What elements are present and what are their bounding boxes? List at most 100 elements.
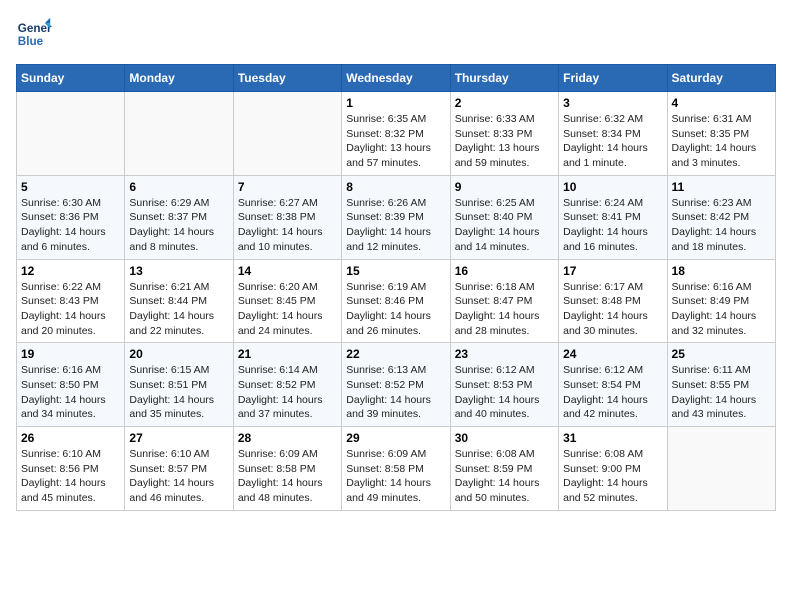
- day-info: Sunrise: 6:21 AMSunset: 8:44 PMDaylight:…: [129, 280, 228, 339]
- calendar-cell: 12 Sunrise: 6:22 AMSunset: 8:43 PMDayligh…: [17, 259, 125, 343]
- day-info: Sunrise: 6:16 AMSunset: 8:50 PMDaylight:…: [21, 363, 120, 422]
- day-number: 15: [346, 264, 445, 278]
- calendar-cell: 22 Sunrise: 6:13 AMSunset: 8:52 PMDayligh…: [342, 343, 450, 427]
- day-info: Sunrise: 6:09 AMSunset: 8:58 PMDaylight:…: [346, 447, 445, 506]
- day-info: Sunrise: 6:16 AMSunset: 8:49 PMDaylight:…: [672, 280, 771, 339]
- day-number: 18: [672, 264, 771, 278]
- calendar-cell: 11 Sunrise: 6:23 AMSunset: 8:42 PMDayligh…: [667, 175, 775, 259]
- day-number: 19: [21, 347, 120, 361]
- day-number: 9: [455, 180, 554, 194]
- day-number: 29: [346, 431, 445, 445]
- col-header-wednesday: Wednesday: [342, 65, 450, 92]
- calendar-cell: 29 Sunrise: 6:09 AMSunset: 8:58 PMDayligh…: [342, 427, 450, 511]
- calendar-cell: 31 Sunrise: 6:08 AMSunset: 9:00 PMDayligh…: [559, 427, 667, 511]
- day-info: Sunrise: 6:09 AMSunset: 8:58 PMDaylight:…: [238, 447, 337, 506]
- col-header-monday: Monday: [125, 65, 233, 92]
- day-info: Sunrise: 6:14 AMSunset: 8:52 PMDaylight:…: [238, 363, 337, 422]
- day-number: 12: [21, 264, 120, 278]
- day-number: 20: [129, 347, 228, 361]
- calendar-cell: 2Sunrise: 6:33 AMSunset: 8:33 PMDaylight…: [450, 92, 558, 176]
- day-number: 30: [455, 431, 554, 445]
- day-info: Sunrise: 6:20 AMSunset: 8:45 PMDaylight:…: [238, 280, 337, 339]
- col-header-sunday: Sunday: [17, 65, 125, 92]
- calendar-cell: 4Sunrise: 6:31 AMSunset: 8:35 PMDaylight…: [667, 92, 775, 176]
- calendar-cell: 26 Sunrise: 6:10 AMSunset: 8:56 PMDayligh…: [17, 427, 125, 511]
- day-number: 16: [455, 264, 554, 278]
- calendar-cell: 23 Sunrise: 6:12 AMSunset: 8:53 PMDayligh…: [450, 343, 558, 427]
- calendar-cell: 27Sunrise: 6:10 AMSunset: 8:57 PMDayligh…: [125, 427, 233, 511]
- day-number: 21: [238, 347, 337, 361]
- week-row-3: 12 Sunrise: 6:22 AMSunset: 8:43 PMDayligh…: [17, 259, 776, 343]
- day-info: Sunrise: 6:17 AMSunset: 8:48 PMDaylight:…: [563, 280, 662, 339]
- day-info: Sunrise: 6:23 AMSunset: 8:42 PMDaylight:…: [672, 196, 771, 255]
- calendar-cell: [17, 92, 125, 176]
- day-info: Sunrise: 6:15 AMSunset: 8:51 PMDaylight:…: [129, 363, 228, 422]
- day-number: 3: [563, 96, 662, 110]
- day-number: 23: [455, 347, 554, 361]
- day-info: Sunrise: 6:12 AMSunset: 8:54 PMDaylight:…: [563, 363, 662, 422]
- week-row-1: 1 Sunrise: 6:35 AMSunset: 8:32 PMDaylight…: [17, 92, 776, 176]
- day-info: Sunrise: 6:33 AMSunset: 8:33 PMDaylight:…: [455, 112, 554, 171]
- calendar-cell: 1 Sunrise: 6:35 AMSunset: 8:32 PMDaylight…: [342, 92, 450, 176]
- day-number: 13: [129, 264, 228, 278]
- day-number: 6: [129, 180, 228, 194]
- day-info: Sunrise: 6:13 AMSunset: 8:52 PMDaylight:…: [346, 363, 445, 422]
- day-info: Sunrise: 6:08 AMSunset: 9:00 PMDaylight:…: [563, 447, 662, 506]
- day-number: 5: [21, 180, 120, 194]
- col-header-friday: Friday: [559, 65, 667, 92]
- day-info: Sunrise: 6:25 AMSunset: 8:40 PMDaylight:…: [455, 196, 554, 255]
- week-row-5: 26 Sunrise: 6:10 AMSunset: 8:56 PMDayligh…: [17, 427, 776, 511]
- day-number: 4: [672, 96, 771, 110]
- day-info: Sunrise: 6:35 AMSunset: 8:32 PMDaylight:…: [346, 112, 445, 171]
- page-header: General Blue: [16, 16, 776, 52]
- calendar-cell: 10Sunrise: 6:24 AMSunset: 8:41 PMDayligh…: [559, 175, 667, 259]
- calendar-cell: [125, 92, 233, 176]
- day-number: 1: [346, 96, 445, 110]
- calendar-cell: 7 Sunrise: 6:27 AMSunset: 8:38 PMDaylight…: [233, 175, 341, 259]
- day-number: 25: [672, 347, 771, 361]
- day-info: Sunrise: 6:08 AMSunset: 8:59 PMDaylight:…: [455, 447, 554, 506]
- day-number: 11: [672, 180, 771, 194]
- calendar-cell: 6 Sunrise: 6:29 AMSunset: 8:37 PMDaylight…: [125, 175, 233, 259]
- calendar-cell: 8Sunrise: 6:26 AMSunset: 8:39 PMDaylight…: [342, 175, 450, 259]
- calendar-cell: 18 Sunrise: 6:16 AMSunset: 8:49 PMDayligh…: [667, 259, 775, 343]
- day-info: Sunrise: 6:30 AMSunset: 8:36 PMDaylight:…: [21, 196, 120, 255]
- calendar-cell: 13 Sunrise: 6:21 AMSunset: 8:44 PMDayligh…: [125, 259, 233, 343]
- day-number: 28: [238, 431, 337, 445]
- calendar-cell: 24 Sunrise: 6:12 AMSunset: 8:54 PMDayligh…: [559, 343, 667, 427]
- week-row-2: 5 Sunrise: 6:30 AMSunset: 8:36 PMDaylight…: [17, 175, 776, 259]
- calendar-table: SundayMondayTuesdayWednesdayThursdayFrid…: [16, 64, 776, 511]
- day-number: 14: [238, 264, 337, 278]
- day-info: Sunrise: 6:27 AMSunset: 8:38 PMDaylight:…: [238, 196, 337, 255]
- week-row-4: 19 Sunrise: 6:16 AMSunset: 8:50 PMDayligh…: [17, 343, 776, 427]
- calendar-cell: [667, 427, 775, 511]
- calendar-cell: 21 Sunrise: 6:14 AMSunset: 8:52 PMDayligh…: [233, 343, 341, 427]
- day-number: 27: [129, 431, 228, 445]
- calendar-cell: 14 Sunrise: 6:20 AMSunset: 8:45 PMDayligh…: [233, 259, 341, 343]
- day-info: Sunrise: 6:10 AMSunset: 8:56 PMDaylight:…: [21, 447, 120, 506]
- day-number: 31: [563, 431, 662, 445]
- day-info: Sunrise: 6:29 AMSunset: 8:37 PMDaylight:…: [129, 196, 228, 255]
- day-number: 26: [21, 431, 120, 445]
- day-info: Sunrise: 6:22 AMSunset: 8:43 PMDaylight:…: [21, 280, 120, 339]
- day-number: 24: [563, 347, 662, 361]
- calendar-cell: 28 Sunrise: 6:09 AMSunset: 8:58 PMDayligh…: [233, 427, 341, 511]
- col-header-thursday: Thursday: [450, 65, 558, 92]
- svg-text:Blue: Blue: [18, 35, 44, 48]
- calendar-cell: 17Sunrise: 6:17 AMSunset: 8:48 PMDayligh…: [559, 259, 667, 343]
- calendar-cell: 25 Sunrise: 6:11 AMSunset: 8:55 PMDayligh…: [667, 343, 775, 427]
- calendar-cell: 30 Sunrise: 6:08 AMSunset: 8:59 PMDayligh…: [450, 427, 558, 511]
- calendar-cell: [233, 92, 341, 176]
- day-info: Sunrise: 6:19 AMSunset: 8:46 PMDaylight:…: [346, 280, 445, 339]
- day-number: 7: [238, 180, 337, 194]
- logo: General Blue: [16, 16, 56, 52]
- calendar-cell: 20 Sunrise: 6:15 AMSunset: 8:51 PMDayligh…: [125, 343, 233, 427]
- day-info: Sunrise: 6:26 AMSunset: 8:39 PMDaylight:…: [346, 196, 445, 255]
- day-number: 22: [346, 347, 445, 361]
- col-header-saturday: Saturday: [667, 65, 775, 92]
- day-info: Sunrise: 6:18 AMSunset: 8:47 PMDaylight:…: [455, 280, 554, 339]
- col-header-tuesday: Tuesday: [233, 65, 341, 92]
- calendar-cell: 3Sunrise: 6:32 AMSunset: 8:34 PMDaylight…: [559, 92, 667, 176]
- day-info: Sunrise: 6:11 AMSunset: 8:55 PMDaylight:…: [672, 363, 771, 422]
- day-info: Sunrise: 6:12 AMSunset: 8:53 PMDaylight:…: [455, 363, 554, 422]
